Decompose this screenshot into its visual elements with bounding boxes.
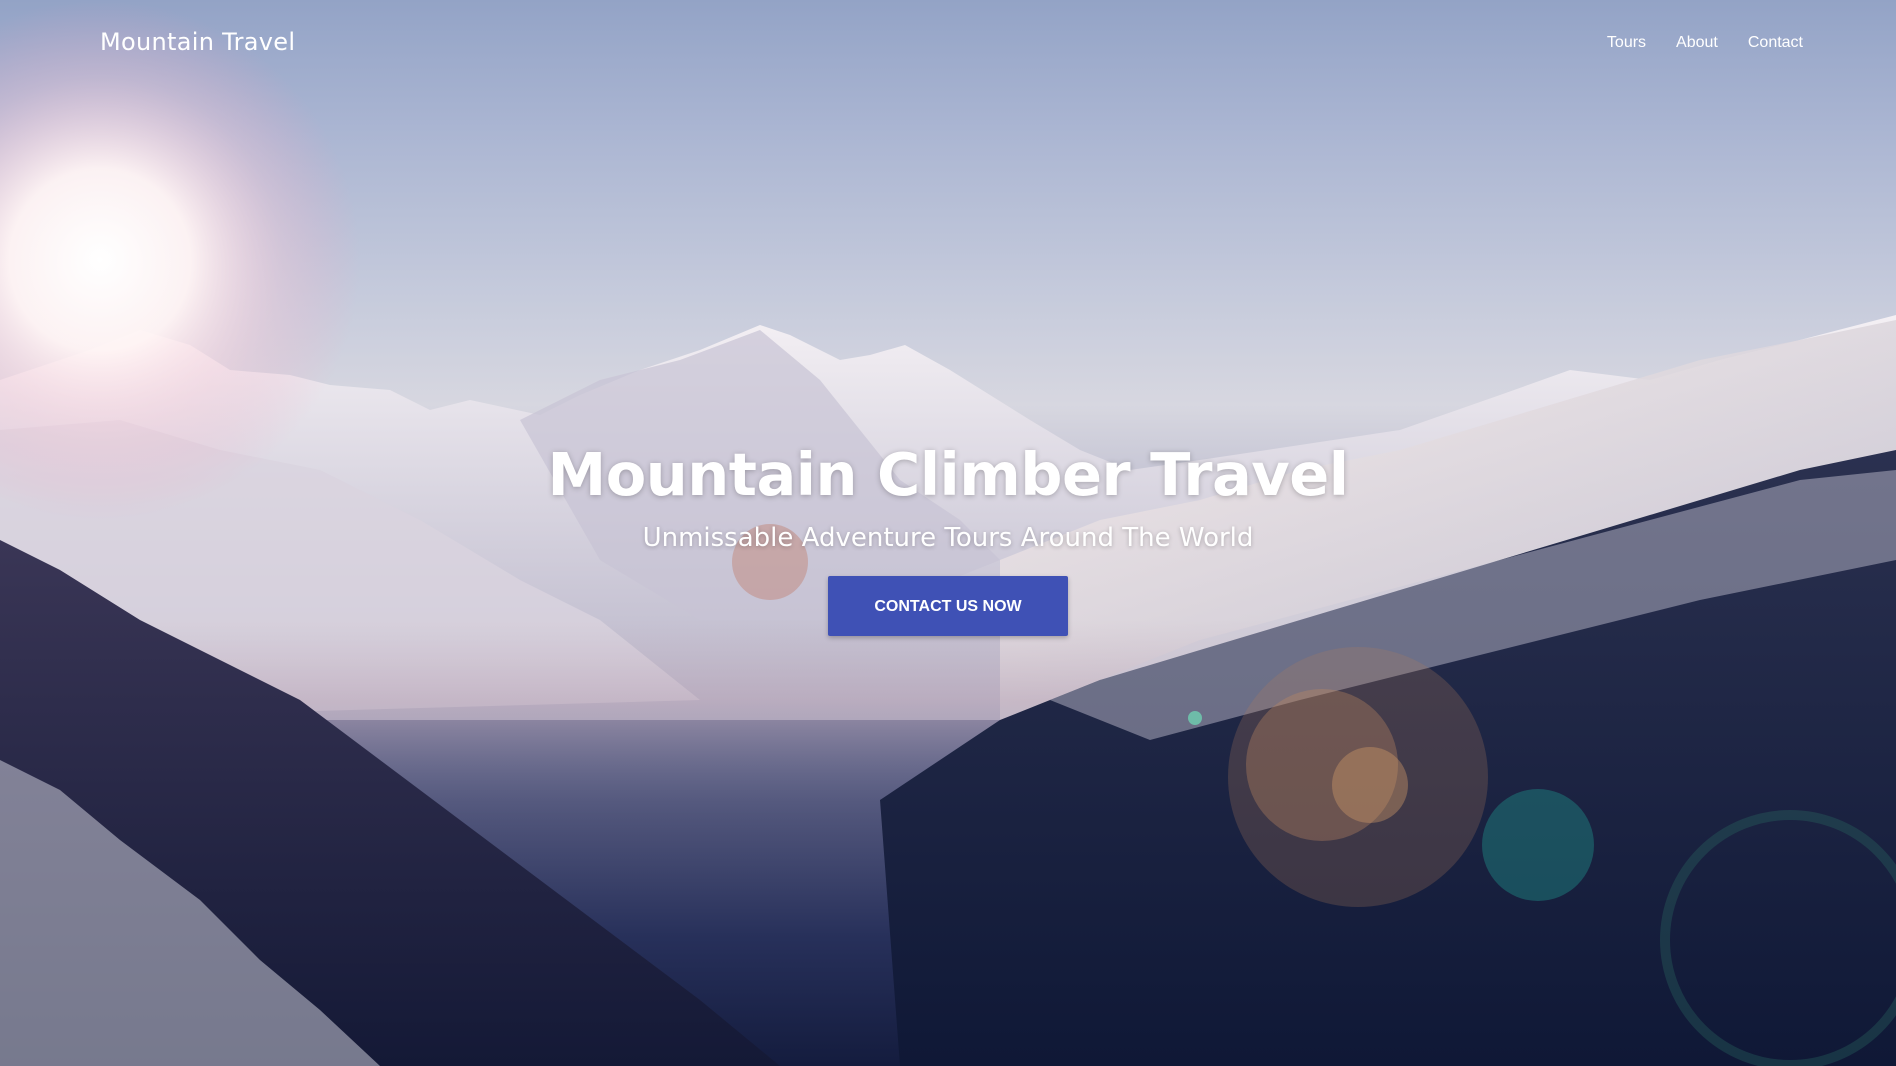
hero-content: Mountain Climber Travel Unmissable Adven… (0, 440, 1896, 636)
hero-title: Mountain Climber Travel (547, 440, 1349, 509)
nav-link-about[interactable]: About (1676, 34, 1718, 52)
nav-links: Tours About Contact (1607, 34, 1803, 52)
nav-link-contact[interactable]: Contact (1748, 34, 1803, 52)
contact-us-button[interactable]: CONTACT US NOW (828, 576, 1068, 636)
hero-subtitle: Unmissable Adventure Tours Around The Wo… (642, 523, 1254, 553)
top-navbar: Mountain Travel Tours About Contact (0, 0, 1896, 90)
brand-logo[interactable]: Mountain Travel (100, 28, 295, 56)
hero-section: Mountain Travel Tours About Contact Moun… (0, 0, 1896, 1066)
nav-link-tours[interactable]: Tours (1607, 34, 1646, 52)
